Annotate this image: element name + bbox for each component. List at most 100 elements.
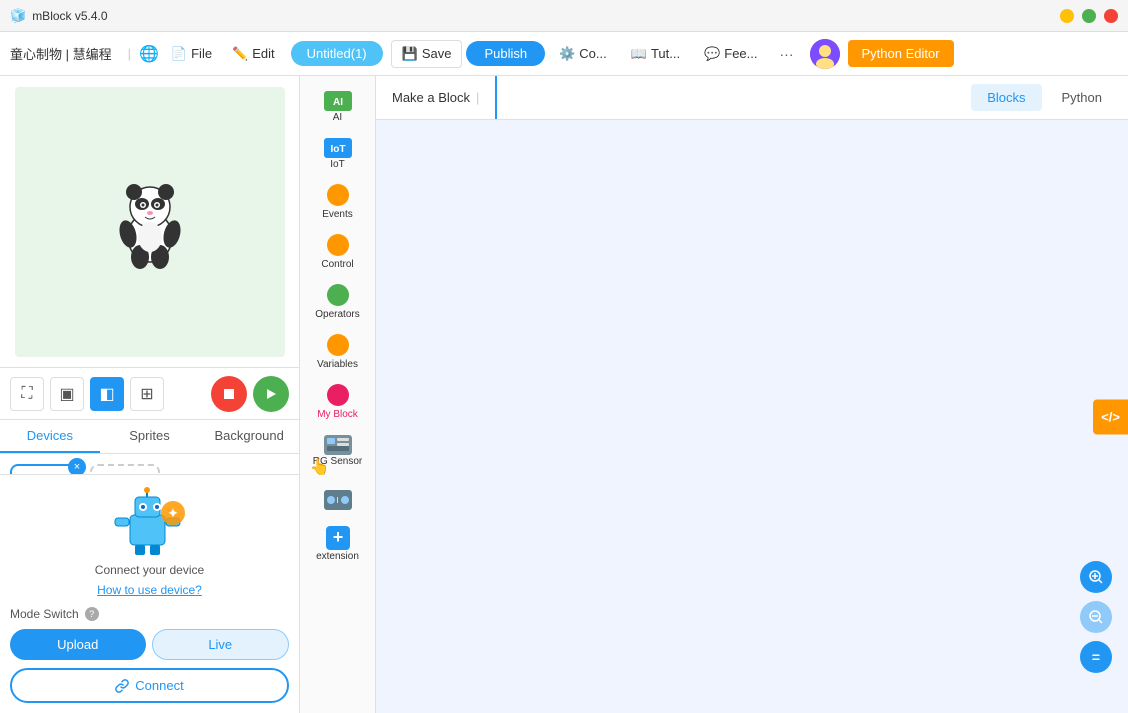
category-control[interactable]: Control [304,228,372,276]
events-label: Events [322,209,353,220]
file-label: File [191,46,212,61]
variables-label: Variables [317,359,358,370]
tutorial-button[interactable]: 📖 Tut... [621,41,690,67]
list-view-button[interactable]: ⊞ [130,377,164,411]
operators-circle [327,284,349,306]
make-block-button[interactable]: Make a Block | [376,76,497,119]
window-controls [1060,9,1118,23]
connect-text: Connect your device [10,563,289,577]
svg-text:+: + [332,527,343,547]
reset-icon: = [1092,649,1100,665]
publish-button[interactable]: Publish [466,41,545,66]
mode-switch-label: Mode Switch [10,607,79,621]
more-button[interactable]: ··· [772,41,802,67]
run-button[interactable] [253,376,289,412]
app-title: mBlock v5.4.0 [32,9,1060,23]
device-panel: × CyberPi + add [0,454,299,474]
category-ai[interactable]: AI AI [304,84,372,129]
avatar[interactable] [810,39,840,69]
edit-icon: ✏️ [232,46,248,62]
live-button[interactable]: Live [152,629,290,660]
connect-label: Co... [579,46,606,61]
python-editor-button[interactable]: Python Editor [848,40,954,67]
category-operators[interactable]: Operators [304,278,372,326]
tab-blocks[interactable]: Blocks [971,84,1041,111]
zoom-out-button[interactable] [1080,601,1112,633]
save-icon: 💾 [402,46,418,62]
file-menu[interactable]: 📄 File [163,42,220,66]
operators-label: Operators [315,309,359,320]
delete-device-button[interactable]: × [68,458,86,474]
connect-button[interactable]: ⚙️ Co... [549,41,617,67]
maximize-button[interactable] [1082,9,1096,23]
stop-button[interactable] [211,376,247,412]
titlebar: 🧊 mBlock v5.4.0 [0,0,1128,32]
connect-icon: ⚙️ [559,46,575,62]
myblock-label: My Block [317,409,358,420]
zoom-controls: = [1080,561,1112,673]
tab-devices[interactable]: Devices [0,420,100,453]
svg-text:AI: AI [333,97,343,108]
main-layout: ⛶ ▣ ◧ ⊞ Devices Sprites Background × [0,76,1128,713]
fullscreen-view-button[interactable]: ⛶ [10,377,44,411]
mode-switch-row: Mode Switch ? [10,607,289,621]
cursor-indicator: 👆 [310,457,330,477]
brand-text: 童心制物 | 慧编程 [10,44,112,63]
edit-menu[interactable]: ✏️ Edit [224,42,283,66]
category-iot[interactable]: IoT IoT [304,131,372,176]
minimize-button[interactable] [1060,9,1074,23]
rgsensor-icon [323,434,353,456]
feedback-button[interactable]: 💬 Fee... [694,41,767,67]
stage-controls: ⛶ ▣ ◧ ⊞ [0,368,299,420]
category-myblock[interactable]: My Block [304,378,372,426]
svg-text:✦: ✦ [167,505,179,521]
category-events[interactable]: Events [304,178,372,226]
save-button[interactable]: 💾 Save [391,40,463,68]
svg-text:IoT: IoT [330,144,345,155]
language-icon[interactable]: 🌐 [139,44,159,64]
ai-label: AI [333,112,342,123]
half-view-button[interactable]: ▣ [50,377,84,411]
myblock-circle [327,384,349,406]
panda-sprite [110,172,190,272]
control-circle [327,234,349,256]
tab-background[interactable]: Background [199,420,299,453]
feedback-icon: 💬 [704,46,720,62]
extra-module-icon [323,489,353,511]
device-card-cyberpi[interactable]: × CyberPi [10,464,80,474]
tutorial-label: Tut... [651,46,680,61]
zoom-out-icon [1088,609,1104,625]
separator-line: | [476,90,479,105]
small-view-button[interactable]: ◧ [90,377,124,411]
zoom-reset-button[interactable]: = [1080,641,1112,673]
block-categories: AI AI IoT IoT Events Control Operators [300,76,376,713]
project-name-button[interactable]: Untitled(1) [291,41,383,66]
devices-row: × CyberPi + add [10,464,289,474]
category-variables[interactable]: Variables [304,328,372,376]
extension-label: extension [316,551,359,562]
category-extension[interactable]: + extension [304,519,372,568]
upload-button[interactable]: Upload [10,629,146,660]
tab-sprites[interactable]: Sprites [100,420,200,453]
iot-icon: IoT [323,137,353,159]
close-button[interactable] [1104,9,1118,23]
device-robot: ✦ [10,485,289,555]
info-icon[interactable]: ? [85,607,99,621]
tab-python[interactable]: Python [1046,84,1118,111]
how-to-link[interactable]: How to use device? [10,583,289,597]
workspace[interactable]: </> [376,120,1128,713]
connect-device-button[interactable]: Connect [10,668,289,703]
link-icon [115,679,129,693]
extension-icon: + [325,525,351,551]
add-device-button[interactable]: + add [90,464,160,474]
upload-live-row: Upload Live [10,629,289,660]
connection-panel: ✦ Connect your device How to use device?… [0,474,299,713]
zoom-in-button[interactable] [1080,561,1112,593]
stage-area [0,76,299,368]
iot-label: IoT [330,159,344,170]
block-area: Make a Block | Blocks Python </> [376,76,1128,713]
category-extra[interactable] [304,483,372,517]
category-rgsensor[interactable]: RG Sensor 👆 [304,428,372,473]
code-view-button[interactable]: </> [1093,399,1128,434]
app-icon: 🧊 [10,8,26,24]
